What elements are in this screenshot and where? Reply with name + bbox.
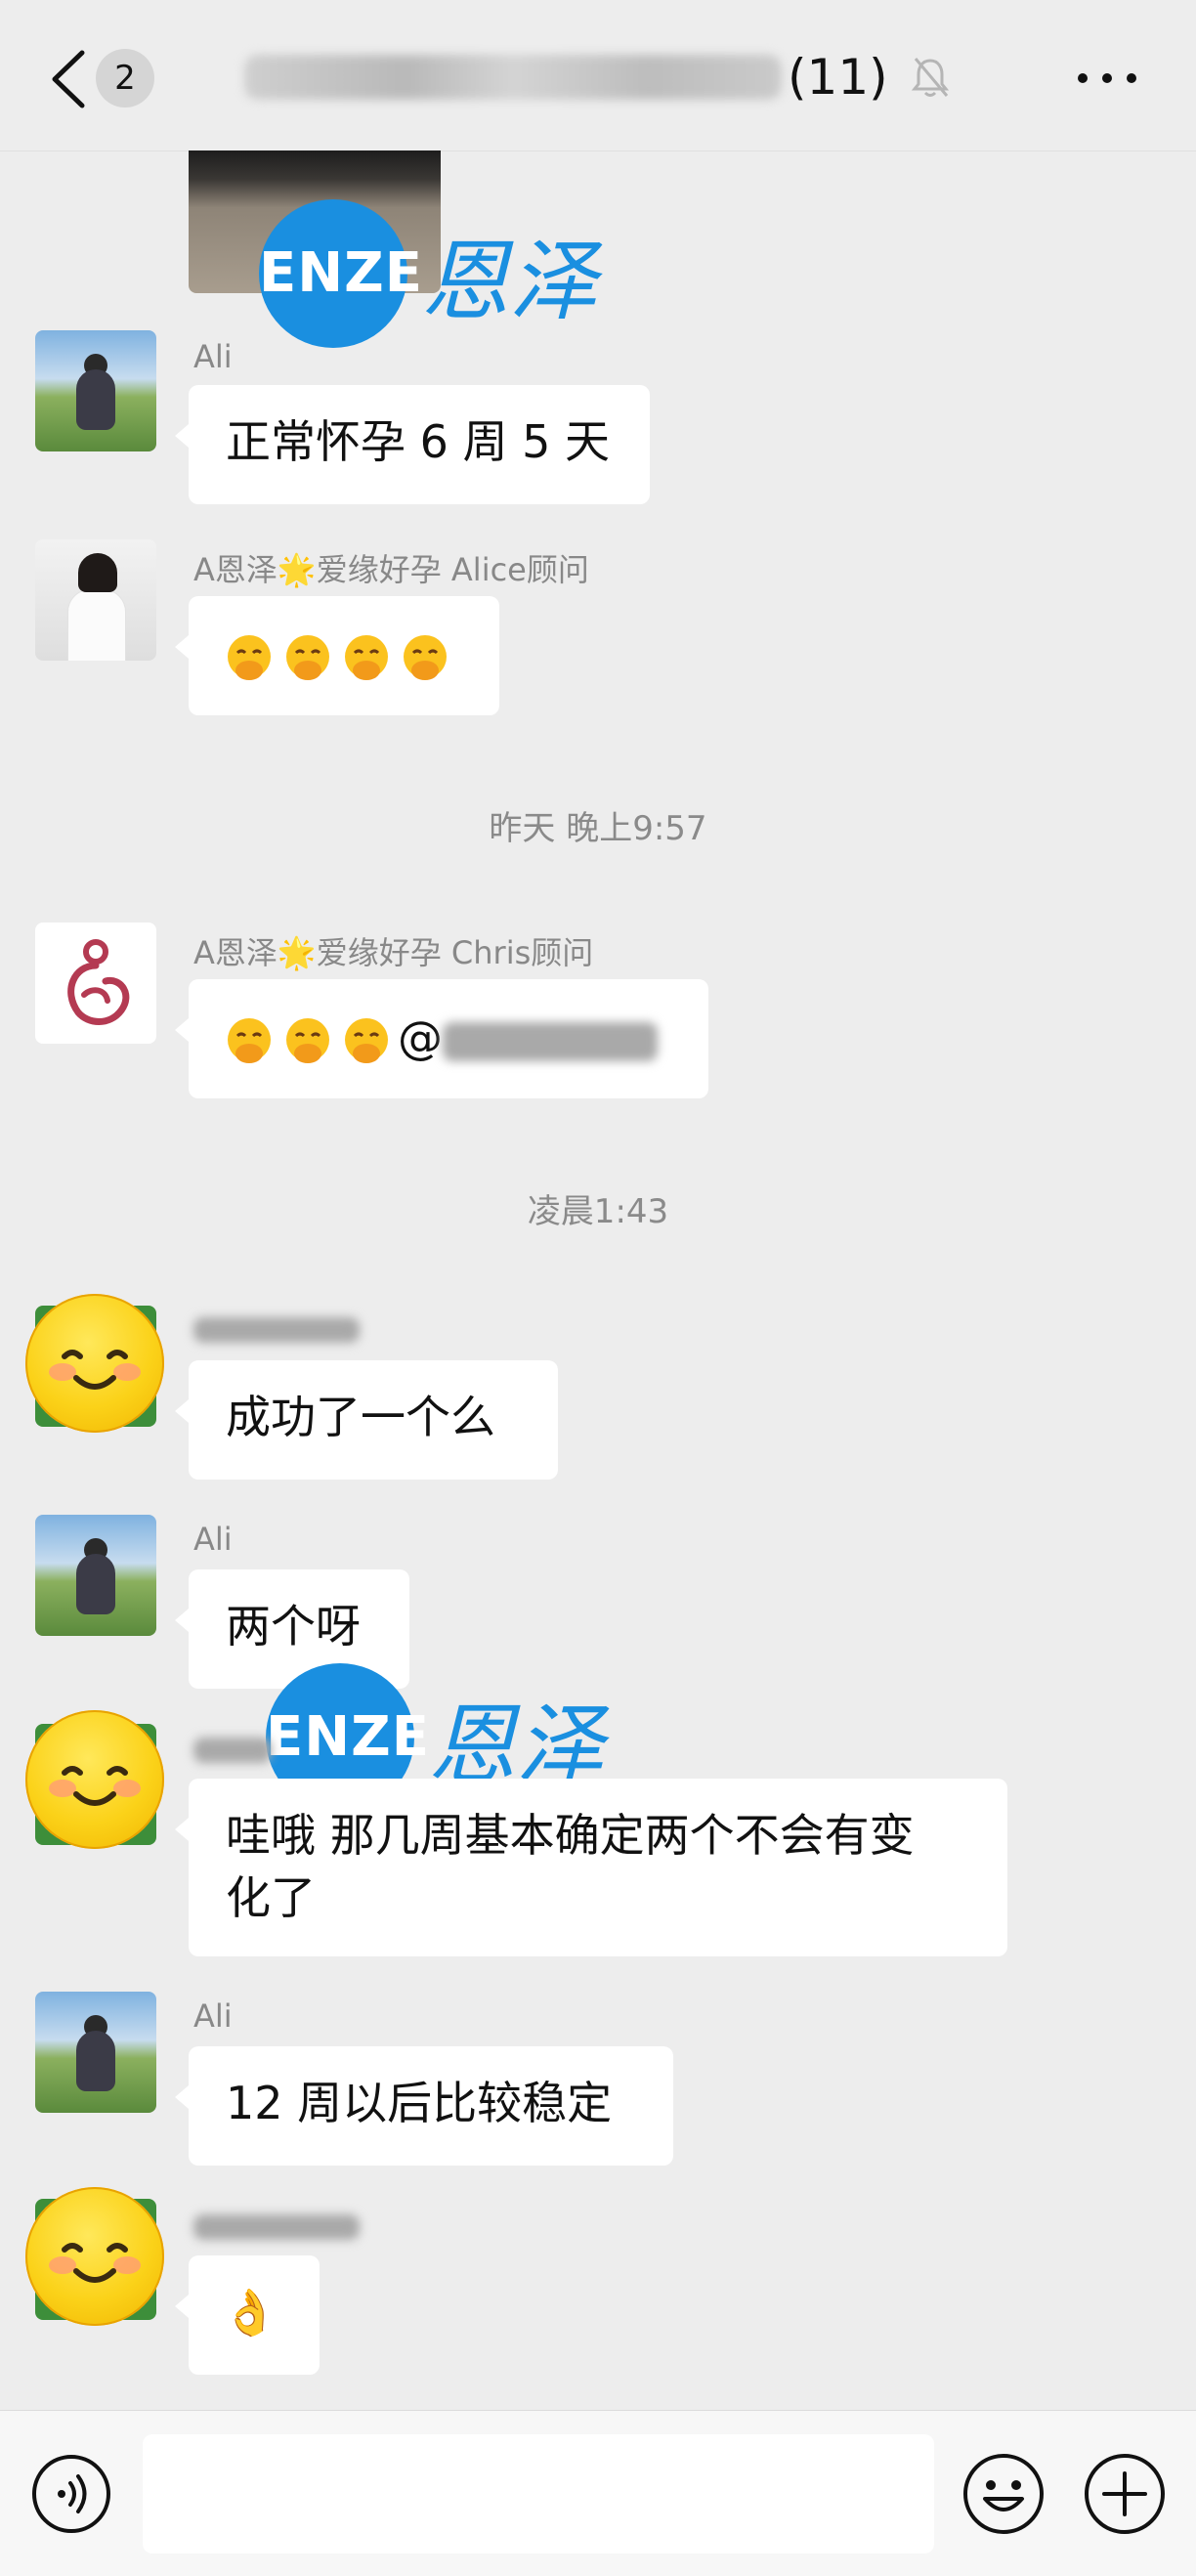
shared-photo[interactable] bbox=[189, 150, 441, 293]
face-with-hand-over-mouth-icon bbox=[286, 1017, 329, 1063]
face-with-hand-over-mouth-icon bbox=[404, 634, 447, 680]
avatar-ali[interactable] bbox=[35, 330, 156, 451]
sender-name-blurred bbox=[193, 1730, 272, 1767]
blurred-group-name bbox=[244, 55, 782, 100]
message-input[interactable] bbox=[143, 2434, 934, 2554]
message-bubble[interactable]: 哇哦 那几周基本确定两个不会有变 化了 bbox=[175, 1779, 1007, 1956]
plus-icon[interactable] bbox=[1081, 2450, 1169, 2538]
chat-header: 2 (11) bbox=[0, 0, 1196, 151]
message-bubble[interactable]: 👌 bbox=[175, 2255, 320, 2375]
smiley-sticker-icon bbox=[25, 2187, 164, 2326]
message-bubble[interactable]: 两个呀 bbox=[175, 1569, 409, 1689]
timestamp: 凌晨1:43 bbox=[527, 1192, 669, 1231]
unread-count-badge[interactable]: 2 bbox=[96, 49, 154, 107]
bell-off-icon bbox=[911, 58, 949, 97]
smiley-sticker-icon bbox=[25, 1294, 164, 1433]
avatar-alice[interactable] bbox=[35, 539, 156, 661]
sender-name: Ali bbox=[193, 1521, 233, 1558]
more-dots-icon[interactable] bbox=[1073, 59, 1141, 98]
sender-name: A恩泽🌟爱缘好孕 Alice顾问 bbox=[193, 551, 589, 588]
sender-name-blurred bbox=[193, 2207, 360, 2244]
face-with-hand-over-mouth-icon bbox=[228, 634, 271, 680]
sender-name: Ali bbox=[193, 338, 233, 375]
enze-brand-text: 恩泽 bbox=[421, 231, 597, 333]
avatar-ali[interactable] bbox=[35, 1992, 156, 2113]
member-count: (11) bbox=[788, 49, 888, 106]
voice-icon[interactable] bbox=[29, 2452, 113, 2536]
sender-name-blurred bbox=[193, 1309, 360, 1347]
emoji-icon[interactable] bbox=[960, 2450, 1047, 2538]
face-with-hand-over-mouth-icon bbox=[228, 1017, 271, 1063]
message-line: 化了 bbox=[226, 1871, 316, 1924]
face-with-hand-over-mouth-icon bbox=[286, 634, 329, 680]
sender-name: Ali bbox=[193, 1997, 233, 2035]
message-bubble[interactable]: 12 周以后比较稳定 bbox=[175, 2046, 673, 2166]
sender-name: A恩泽🌟爱缘好孕 Chris顾问 bbox=[193, 934, 594, 971]
timestamp: 昨天 晚上9:57 bbox=[489, 809, 707, 848]
blurred-mention bbox=[443, 1021, 658, 1061]
message-bubble[interactable] bbox=[175, 596, 499, 715]
ok-hand-emoji: 👌 bbox=[222, 2286, 278, 2339]
face-with-hand-over-mouth-icon bbox=[345, 1017, 388, 1063]
input-bar bbox=[0, 2410, 1196, 2576]
message-line: 哇哦 那几周基本确定两个不会有变 bbox=[226, 1809, 915, 1862]
heart-mother-logo-icon bbox=[67, 939, 130, 1025]
message-bubble[interactable]: 正常怀孕 6 周 5 天 bbox=[175, 385, 650, 504]
smiley-sticker-icon bbox=[25, 1710, 164, 1849]
avatar-chris[interactable] bbox=[35, 923, 156, 1044]
chat-title: (11) bbox=[244, 43, 951, 111]
message-bubble[interactable]: 成功了一个么 bbox=[175, 1360, 558, 1480]
back-chevron-icon[interactable] bbox=[43, 45, 102, 113]
mention-at: @ bbox=[398, 1011, 443, 1064]
avatar-ali[interactable] bbox=[35, 1515, 156, 1636]
face-with-hand-over-mouth-icon bbox=[345, 634, 388, 680]
message-bubble[interactable]: @ bbox=[175, 979, 708, 1098]
